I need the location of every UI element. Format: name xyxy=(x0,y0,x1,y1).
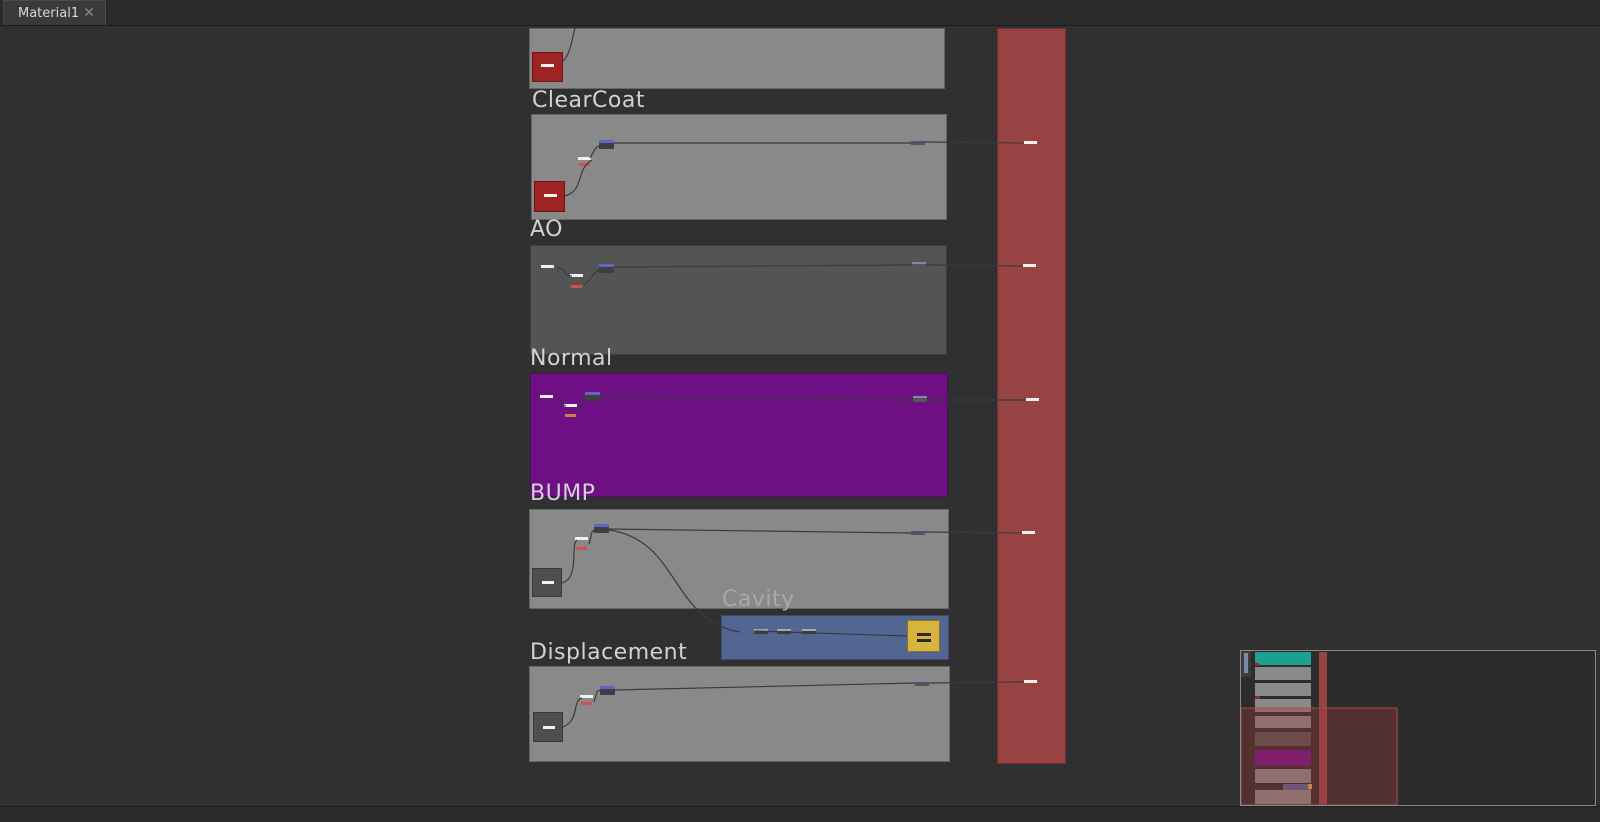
node-top-red[interactable] xyxy=(532,52,563,82)
node-bump-out[interactable] xyxy=(911,529,925,535)
minimap-content xyxy=(1240,651,1398,806)
node-cavity-yellow[interactable] xyxy=(907,620,940,652)
status-bar xyxy=(0,806,1600,822)
node-cavity-1[interactable] xyxy=(754,629,768,634)
frame-title-normal: Normal xyxy=(530,346,613,371)
node-bump-gray[interactable] xyxy=(532,568,562,597)
node-displacement-gray[interactable] xyxy=(533,712,563,742)
close-icon[interactable]: ✕ xyxy=(83,5,95,21)
node-normal-mix[interactable] xyxy=(585,392,600,401)
output-socket-normal[interactable] xyxy=(1026,398,1040,402)
node-clearcoat-red[interactable] xyxy=(534,181,565,212)
frame-displacement[interactable] xyxy=(529,666,950,762)
output-socket-bump[interactable] xyxy=(1022,531,1036,535)
node-displacement-mix[interactable] xyxy=(600,686,615,695)
frame-title-ao: AO xyxy=(530,217,563,242)
tab-bar: Material1 ✕ xyxy=(0,0,1600,26)
node-ao-input[interactable] xyxy=(541,264,555,270)
frame-title-bump: BUMP xyxy=(530,481,596,506)
node-ao-value[interactable] xyxy=(570,273,584,289)
output-socket-clearcoat[interactable] xyxy=(1024,141,1038,145)
node-clearcoat-out[interactable] xyxy=(911,139,925,145)
node-clearcoat-value[interactable] xyxy=(578,155,592,166)
node-normal-input[interactable] xyxy=(540,394,554,400)
frame-title-clearcoat: ClearCoat xyxy=(532,88,645,113)
output-frame[interactable] xyxy=(997,28,1066,764)
frame-title-cavity: Cavity xyxy=(722,587,795,612)
frame-ao[interactable] xyxy=(530,245,947,355)
frame-title-displacement: Displacement xyxy=(530,640,688,665)
frame-clearcoat[interactable] xyxy=(531,114,947,220)
node-displacement-out[interactable] xyxy=(915,680,929,686)
node-bump-value[interactable] xyxy=(575,536,589,552)
node-ao-out[interactable] xyxy=(912,262,926,268)
minimap[interactable] xyxy=(1240,650,1596,806)
frame-top[interactable] xyxy=(529,28,945,89)
node-clearcoat-mix[interactable] xyxy=(599,140,614,149)
node-ao-mix[interactable] xyxy=(599,264,614,273)
node-displacement-value[interactable] xyxy=(580,694,594,706)
node-cavity-3[interactable] xyxy=(802,629,816,634)
output-socket-displacement[interactable] xyxy=(1024,680,1038,684)
tab-material1[interactable]: Material1 ✕ xyxy=(3,0,106,25)
node-bump-mix[interactable] xyxy=(594,524,609,533)
tab-label: Material1 xyxy=(18,5,80,21)
node-cavity-2[interactable] xyxy=(777,629,791,634)
node-normal-out[interactable] xyxy=(913,396,927,402)
node-normal-value[interactable] xyxy=(564,402,578,418)
output-socket-ao[interactable] xyxy=(1023,264,1037,268)
